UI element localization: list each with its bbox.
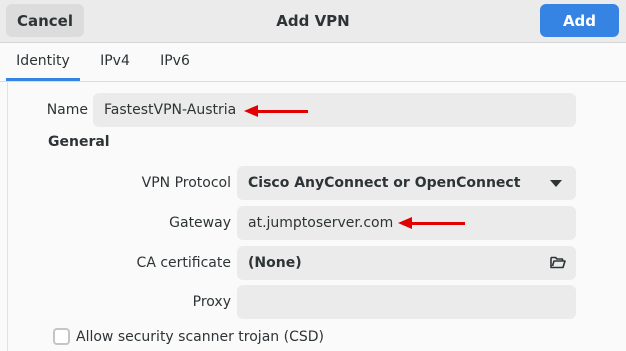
tab-ipv4[interactable]: IPv4 [92,43,138,79]
protocol-dropdown[interactable]: Cisco AnyConnect or OpenConnect [237,166,576,200]
annotation-arrowhead-gateway [398,217,412,229]
name-field[interactable]: FastestVPN-Austria [93,93,576,127]
protocol-value: Cisco AnyConnect or OpenConnect [248,175,521,191]
name-label: Name [46,102,88,118]
proxy-field[interactable] [237,285,576,319]
chevron-down-icon [550,180,562,187]
annotation-arrow-name [254,110,308,113]
cancel-button[interactable]: Cancel [6,4,84,37]
add-vpn-dialog: Cancel Add VPN Add Identity IPv4 IPv6 Na… [0,0,626,351]
tab-ipv6[interactable]: IPv6 [152,43,198,79]
ca-certificate-value: (None) [248,255,302,271]
ca-certificate-chooser[interactable]: (None) [237,246,576,280]
tab-bar: Identity IPv4 IPv6 [0,43,626,82]
header-bar: Cancel Add VPN Add [0,0,626,43]
dialog-title: Add VPN [276,12,350,30]
annotation-arrow-gateway [410,222,465,225]
panel-border [7,82,8,351]
folder-open-icon [550,256,566,269]
gateway-label: Gateway [169,215,231,231]
csd-checkbox[interactable] [53,328,70,345]
csd-checkbox-label[interactable]: Allow security scanner trojan (CSD) [76,329,324,345]
section-general: General [48,134,110,150]
tab-identity[interactable]: Identity [6,43,80,81]
proxy-label: Proxy [192,294,231,310]
add-button[interactable]: Add [540,4,619,37]
gateway-value: at.jumptoserver.com [248,215,394,231]
protocol-label: VPN Protocol [141,175,231,191]
annotation-arrowhead-name [244,105,258,117]
name-value: FastestVPN-Austria [104,102,237,118]
ca-certificate-label: CA certificate [136,255,231,271]
